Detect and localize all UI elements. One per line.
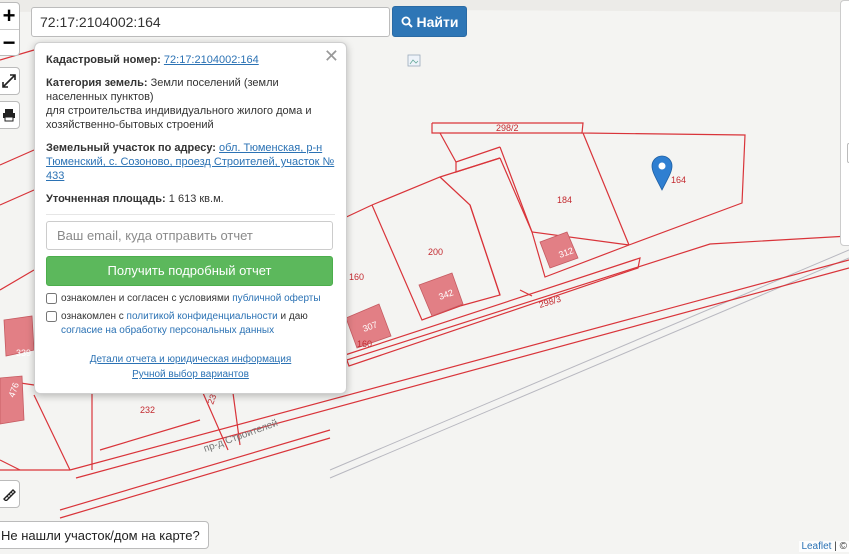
search-button[interactable]: Найти: [392, 6, 467, 37]
ruler-button[interactable]: [0, 480, 20, 508]
map-label-232: 232: [140, 405, 155, 415]
map-label-164: 164: [671, 175, 686, 185]
zoom-control: + −: [0, 2, 20, 56]
search-button-label: Найти: [416, 13, 459, 30]
map-label-184: 184: [557, 195, 572, 205]
cadastral-search-input[interactable]: [31, 7, 390, 37]
zoom-out-button[interactable]: −: [0, 29, 19, 55]
map-label-298-2: 298/2: [496, 123, 519, 133]
manual-selection-link[interactable]: Ручной выбор вариантов: [46, 367, 335, 382]
consent-offer-row: ознакомлен и согласен с условиями публич…: [46, 292, 335, 306]
divider: [46, 214, 335, 215]
consent-privacy-text: ознакомлен с политикой конфиденциальност…: [61, 311, 308, 336]
map-label-160-b: 160: [357, 339, 372, 349]
cadastral-number-label: Кадастровый номер:: [46, 54, 161, 66]
email-field[interactable]: [46, 221, 333, 250]
land-category-row: Категория земель: Земли поселений (земли…: [46, 76, 335, 132]
address-label: Земельный участок по адресу:: [46, 142, 216, 154]
cadastral-number-row: Кадастровый номер: 72:17:2104002:164: [46, 53, 335, 67]
popup-footer-links: Детали отчета и юридическая информация Р…: [46, 352, 335, 382]
attribution-separator: | ©: [831, 541, 847, 552]
expand-icon: [2, 74, 16, 88]
map-label-339: 339: [16, 348, 31, 358]
printer-icon: [3, 109, 15, 122]
consent-privacy-row: ознакомлен с политикой конфиденциальност…: [46, 310, 335, 338]
leaflet-link[interactable]: Leaflet: [801, 541, 831, 552]
address-row: Земельный участок по адресу: обл. Тюменс…: [46, 141, 335, 183]
map-label-160-a: 160: [349, 272, 364, 282]
zoom-in-button[interactable]: +: [0, 3, 19, 29]
fullscreen-button[interactable]: [0, 67, 20, 95]
area-label: Уточненная площадь:: [46, 193, 166, 205]
consent-offer-text: ознакомлен и согласен с условиями публич…: [61, 293, 321, 304]
broken-image-icon: [407, 54, 421, 67]
privacy-policy-link[interactable]: политикой конфиденциальности: [127, 311, 278, 322]
personal-data-consent-link[interactable]: согласие на обработку персональных данны…: [61, 325, 274, 336]
map-attribution: Leaflet | ©: [799, 541, 849, 552]
ruler-icon: [3, 489, 16, 501]
report-details-link[interactable]: Детали отчета и юридическая информация: [46, 352, 335, 367]
print-button[interactable]: [0, 101, 20, 129]
parcel-info-popup: ✕ Кадастровый номер: 72:17:2104002:164 К…: [34, 42, 347, 394]
search-icon: [401, 16, 413, 28]
get-report-button[interactable]: Получить подробный отчет: [46, 256, 333, 286]
public-offer-link[interactable]: публичной оферты: [232, 293, 320, 304]
area-value: 1 613 кв.м.: [168, 193, 224, 205]
not-found-button[interactable]: Не нашли участок/дом на карте?: [0, 521, 209, 549]
close-icon[interactable]: ✕: [324, 47, 339, 65]
land-category-label: Категория земель:: [46, 77, 148, 89]
right-side-panel[interactable]: [840, 0, 849, 246]
consent-offer-checkbox[interactable]: [46, 293, 57, 304]
cadastral-number-link[interactable]: 72:17:2104002:164: [164, 54, 259, 66]
map-label-200: 200: [428, 247, 443, 257]
land-usage-value: для строительства индивидуального жилого…: [46, 105, 312, 131]
consent-privacy-checkbox[interactable]: [46, 311, 57, 322]
area-row: Уточненная площадь: 1 613 кв.м.: [46, 192, 335, 206]
